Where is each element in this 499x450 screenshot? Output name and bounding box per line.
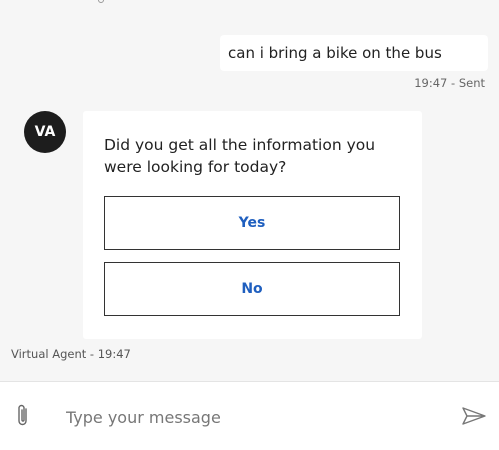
chat-window: can i bring a bike on the bus 19:47 - Se… xyxy=(0,0,499,450)
user-message-meta: 19:47 - Sent xyxy=(414,76,485,90)
yes-button-label: Yes xyxy=(238,215,266,231)
yes-button[interactable]: Yes xyxy=(104,196,400,250)
paperclip-icon[interactable] xyxy=(14,402,32,428)
agent-message-card: Did you get all the information you were… xyxy=(83,111,422,339)
message-composer xyxy=(0,381,499,450)
clipped-previous-content xyxy=(95,0,107,6)
send-icon[interactable] xyxy=(461,406,487,426)
avatar: VA xyxy=(24,111,66,153)
avatar-initials: VA xyxy=(34,124,56,140)
user-message-bubble: can i bring a bike on the bus xyxy=(220,35,488,71)
agent-question: Did you get all the information you were… xyxy=(104,136,376,176)
no-button-label: No xyxy=(241,281,263,297)
no-button[interactable]: No xyxy=(104,262,400,316)
agent-message-meta: Virtual Agent - 19:47 xyxy=(11,347,131,361)
message-input[interactable] xyxy=(66,404,446,430)
user-message-text: can i bring a bike on the bus xyxy=(228,44,442,62)
